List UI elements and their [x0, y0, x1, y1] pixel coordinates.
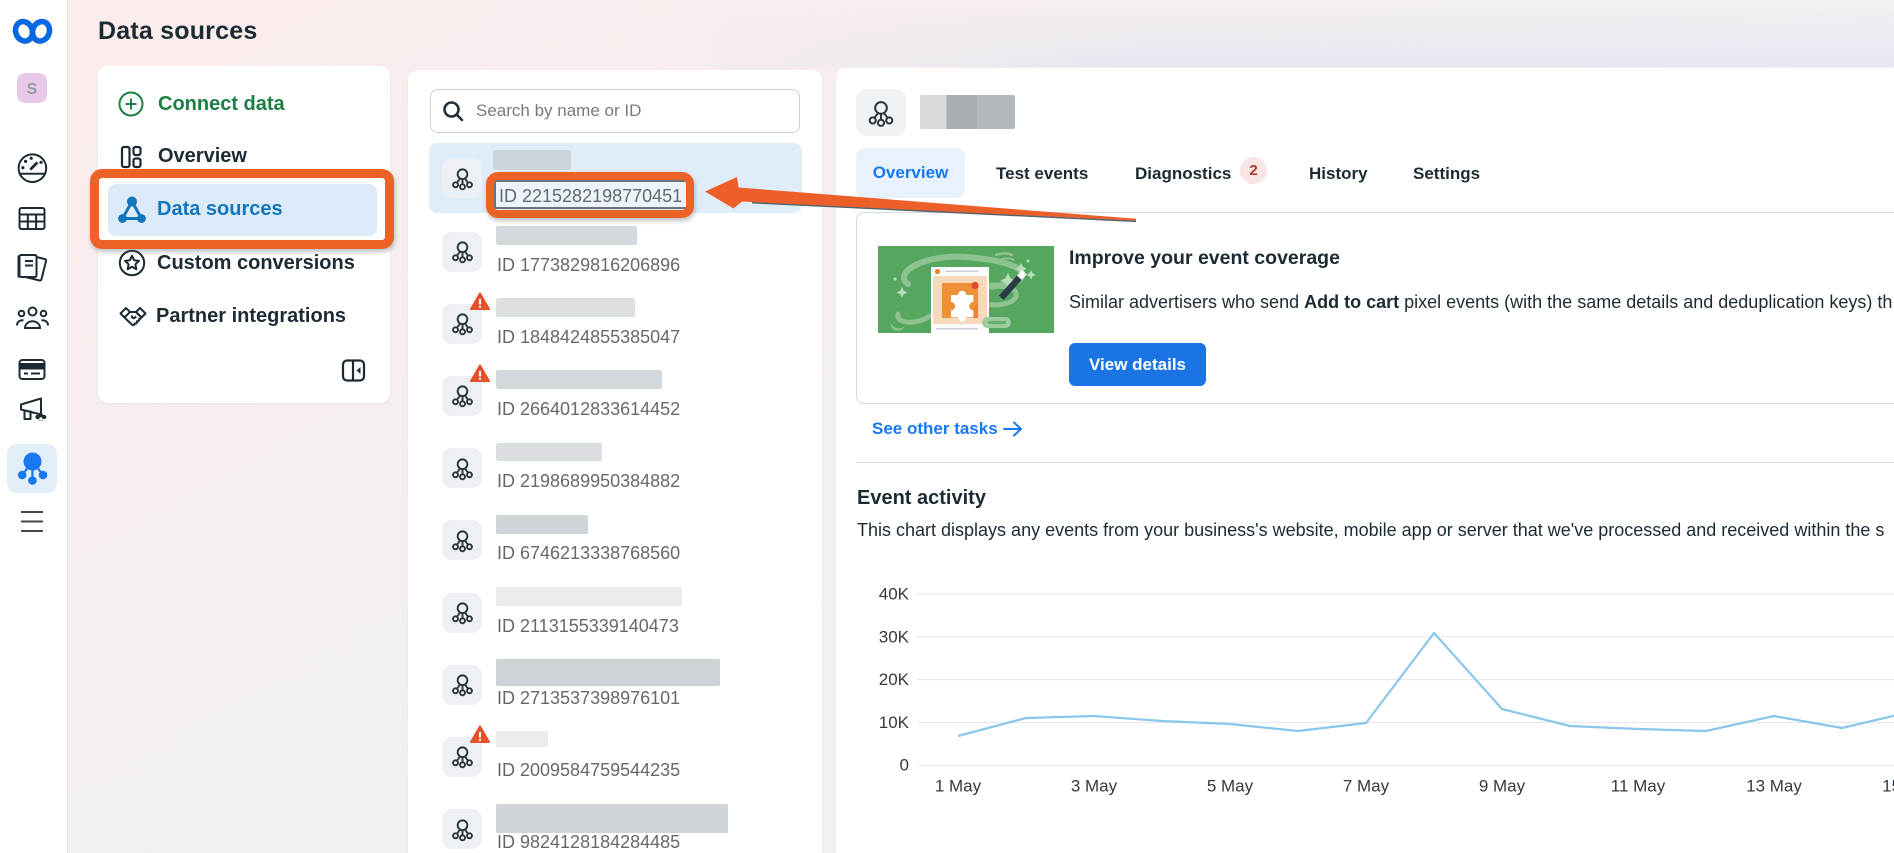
svg-text:10K: 10K: [879, 713, 910, 732]
svg-text:S: S: [27, 81, 38, 98]
svg-text:13 May: 13 May: [1746, 777, 1802, 796]
svg-text:3 May: 3 May: [1071, 777, 1118, 796]
svg-text:0: 0: [900, 756, 909, 775]
svg-text:5 May: 5 May: [1207, 777, 1254, 796]
svg-text:20K: 20K: [879, 670, 910, 689]
svg-text:9 May: 9 May: [1479, 777, 1526, 796]
svg-text:30K: 30K: [879, 627, 910, 646]
svg-text:1 May: 1 May: [935, 777, 982, 796]
svg-text:11 May: 11 May: [1611, 777, 1666, 796]
svg-text:40K: 40K: [879, 585, 910, 604]
svg-text:7 May: 7 May: [1343, 777, 1390, 796]
svg-text:15 May: 15 May: [1882, 777, 1894, 796]
